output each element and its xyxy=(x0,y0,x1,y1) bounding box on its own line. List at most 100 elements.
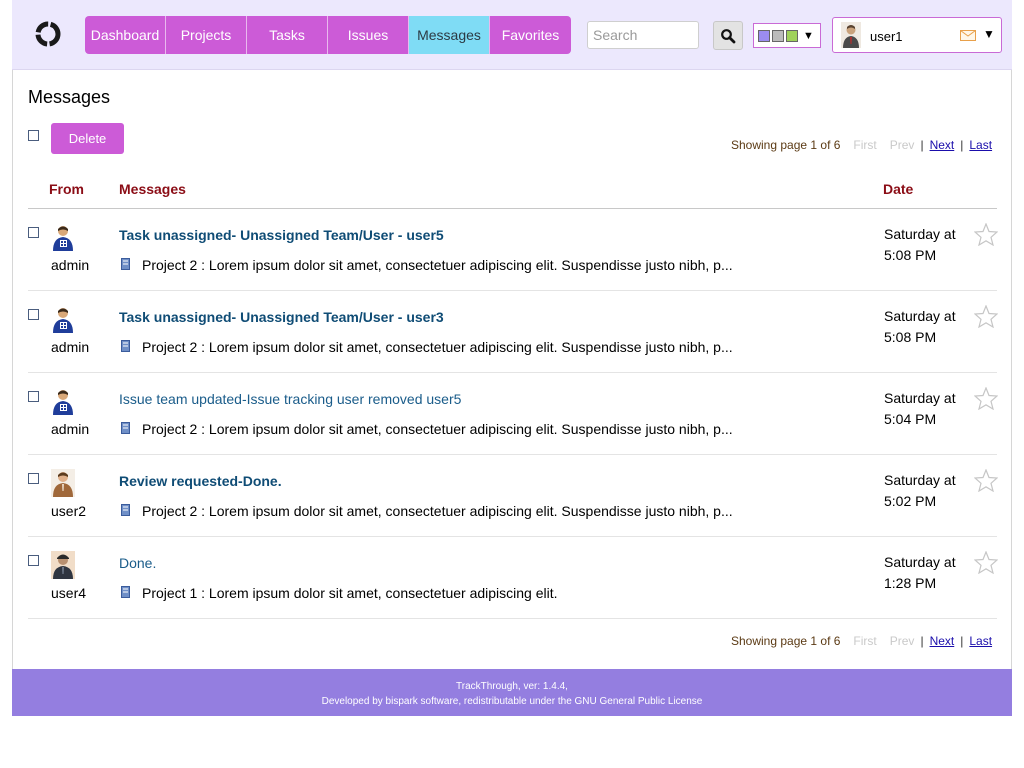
column-header-date[interactable]: Date xyxy=(883,181,913,197)
message-subject-link[interactable]: Done. xyxy=(119,555,156,571)
message-date-day: Saturday at xyxy=(884,308,956,324)
row-divider xyxy=(28,290,997,291)
message-date: Saturday at 5:08 PM xyxy=(884,306,956,348)
pagination-separator: | xyxy=(960,138,964,152)
star-icon[interactable] xyxy=(974,305,998,328)
admin-avatar-icon xyxy=(53,226,73,251)
swatch-gray xyxy=(772,29,784,42)
message-date: Saturday at 5:08 PM xyxy=(884,224,956,266)
footer-license: Developed by bispark software, redistrib… xyxy=(321,696,703,707)
pagination-next[interactable]: Next xyxy=(930,138,955,152)
star-icon[interactable] xyxy=(974,469,998,492)
page-frame xyxy=(12,0,1012,716)
row-divider xyxy=(28,372,997,373)
user-menu[interactable]: user1 ▼ xyxy=(832,17,1002,53)
user-name: user1 xyxy=(870,29,903,44)
nav-favorites[interactable]: Favorites xyxy=(490,16,571,54)
row-divider xyxy=(28,618,997,619)
message-date-day: Saturday at xyxy=(884,472,956,488)
star-icon[interactable] xyxy=(974,551,998,574)
admin-avatar-icon xyxy=(53,308,73,333)
message-date-time: 5:08 PM xyxy=(884,329,937,345)
pagination-top: Showing page 1 of 6 First Prev | Next | … xyxy=(731,138,992,152)
message-subject-link[interactable]: Review requested-Done. xyxy=(119,473,282,489)
pagination-separator: | xyxy=(920,634,924,648)
pagination-first: First xyxy=(853,634,877,648)
pagination-separator: | xyxy=(920,138,924,152)
column-header-messages[interactable]: Messages xyxy=(119,181,186,197)
message-date-time: 5:08 PM xyxy=(884,247,937,263)
document-icon xyxy=(121,504,130,516)
message-preview: Project 2 : Lorem ipsum dolor sit amet, … xyxy=(142,503,733,519)
header-divider xyxy=(28,208,997,209)
message-date: Saturday at 5:04 PM xyxy=(884,388,956,430)
user-avatar-icon xyxy=(841,22,861,48)
message-subject-link[interactable]: Issue team updated-Issue tracking user r… xyxy=(119,391,461,407)
message-preview: Project 2 : Lorem ipsum dolor sit amet, … xyxy=(142,339,733,355)
admin-avatar-icon xyxy=(53,390,73,415)
message-date-day: Saturday at xyxy=(884,226,956,242)
message-subject-link[interactable]: Task unassigned- Unassigned Team/User - … xyxy=(119,309,444,325)
message-from: user4 xyxy=(51,585,87,601)
star-icon[interactable] xyxy=(974,223,998,246)
pagination-status: Showing page 1 of 6 xyxy=(731,138,841,152)
row-checkbox[interactable] xyxy=(28,309,39,320)
search-input[interactable] xyxy=(587,21,699,49)
message-preview: Project 2 : Lorem ipsum dolor sit amet, … xyxy=(142,421,733,437)
document-icon xyxy=(121,340,130,352)
search-icon xyxy=(721,28,736,43)
nav-dashboard[interactable]: Dashboard xyxy=(85,16,166,54)
document-icon xyxy=(121,422,130,434)
user4-avatar-icon xyxy=(51,551,75,579)
page-footer: TrackThrough, ver: 1.4.4, Developed by b… xyxy=(12,669,1012,716)
document-icon xyxy=(121,586,130,598)
pagination-last[interactable]: Last xyxy=(969,634,992,648)
pagination-first: First xyxy=(853,138,877,152)
message-from: admin xyxy=(51,421,90,437)
message-from: user2 xyxy=(51,503,87,519)
column-header-from[interactable]: From xyxy=(49,181,84,197)
row-divider xyxy=(28,536,997,537)
message-date: Saturday at 5:02 PM xyxy=(884,470,956,512)
chevron-down-icon: ▼ xyxy=(803,29,814,42)
row-checkbox[interactable] xyxy=(28,391,39,402)
pagination-next[interactable]: Next xyxy=(930,634,955,648)
message-preview: Project 2 : Lorem ipsum dolor sit amet, … xyxy=(142,257,733,273)
top-header: Dashboard Projects Tasks Issues Messages… xyxy=(12,0,1012,70)
user2-avatar-icon xyxy=(51,469,75,497)
message-from: admin xyxy=(51,339,90,355)
message-date-time: 1:28 PM xyxy=(884,575,937,591)
document-icon xyxy=(121,258,130,270)
pagination-bottom: Showing page 1 of 6 First Prev | Next | … xyxy=(731,634,992,648)
message-date-time: 5:04 PM xyxy=(884,411,937,427)
row-checkbox[interactable] xyxy=(28,473,39,484)
star-icon[interactable] xyxy=(974,387,998,410)
main-nav: Dashboard Projects Tasks Issues Messages… xyxy=(85,16,571,54)
app-logo-icon[interactable] xyxy=(34,20,62,48)
pagination-separator: | xyxy=(960,634,964,648)
swatch-green xyxy=(786,29,798,42)
delete-button[interactable]: Delete xyxy=(51,123,124,154)
pagination-status: Showing page 1 of 6 xyxy=(731,634,841,648)
row-checkbox[interactable] xyxy=(28,227,39,238)
message-subject-link[interactable]: Task unassigned- Unassigned Team/User - … xyxy=(119,227,444,243)
message-from: admin xyxy=(51,257,90,273)
pagination-last[interactable]: Last xyxy=(969,138,992,152)
page-title: Messages xyxy=(28,87,111,107)
mail-icon[interactable] xyxy=(960,30,976,41)
select-all-checkbox[interactable] xyxy=(28,130,39,141)
row-checkbox[interactable] xyxy=(28,555,39,566)
nav-tasks[interactable]: Tasks xyxy=(247,16,328,54)
search-button[interactable] xyxy=(713,21,743,50)
message-date: Saturday at 1:28 PM xyxy=(884,552,956,594)
swatch-purple xyxy=(758,29,770,42)
nav-messages[interactable]: Messages xyxy=(409,16,490,54)
nav-projects[interactable]: Projects xyxy=(166,16,247,54)
nav-issues[interactable]: Issues xyxy=(328,16,409,54)
theme-color-picker[interactable]: ▼ xyxy=(753,23,821,48)
message-date-day: Saturday at xyxy=(884,390,956,406)
chevron-down-icon: ▼ xyxy=(983,27,995,41)
pagination-prev: Prev xyxy=(889,634,915,648)
message-preview: Project 1 : Lorem ipsum dolor sit amet, … xyxy=(142,585,558,601)
footer-version: TrackThrough, ver: 1.4.4, xyxy=(456,681,568,692)
